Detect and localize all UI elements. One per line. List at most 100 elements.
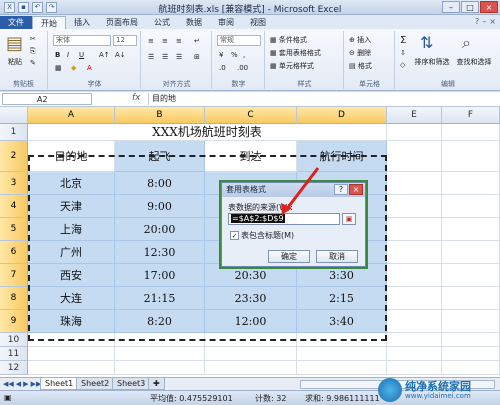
grid-cell[interactable] <box>115 333 205 347</box>
row-header[interactable]: 11 <box>0 347 28 361</box>
tab-file[interactable]: 文件 <box>0 16 32 29</box>
currency-icon[interactable]: ¥ <box>219 51 223 59</box>
cancel-button[interactable]: 取消 <box>316 250 358 263</box>
column-header-d[interactable]: D <box>297 107 387 124</box>
row-header[interactable]: 5 <box>0 218 28 241</box>
number-format-select[interactable]: 常规 <box>217 35 261 46</box>
row-header[interactable]: 7 <box>0 264 28 287</box>
checkbox-check-icon[interactable]: ✓ <box>230 231 239 240</box>
tab-page-layout[interactable]: 页面布局 <box>98 16 146 29</box>
grid-cell[interactable] <box>442 361 500 375</box>
grid-cell[interactable] <box>442 333 500 347</box>
align-right-icon[interactable]: ☰ <box>176 53 182 61</box>
help-icon[interactable]: ? <box>475 17 479 26</box>
data-cell[interactable]: 9:00 <box>115 195 205 218</box>
data-cell[interactable]: 21:15 <box>115 287 205 310</box>
find-select-icon[interactable]: ⌕ <box>462 33 471 53</box>
data-cell[interactable]: 上海 <box>28 218 115 241</box>
grid-cell[interactable] <box>387 310 442 333</box>
column-header-b[interactable]: B <box>115 107 205 124</box>
grid-cell[interactable] <box>442 195 500 218</box>
grid-cell[interactable] <box>442 141 500 172</box>
grid-cell[interactable] <box>205 361 297 375</box>
fill-color-icon[interactable]: ◆ <box>71 64 76 72</box>
align-bottom-icon[interactable]: ≡ <box>176 37 182 45</box>
row-header[interactable]: 3 <box>0 172 28 195</box>
column-header-f[interactable]: F <box>442 107 500 124</box>
shrink-font-icon[interactable]: A↓ <box>115 51 126 59</box>
data-cell[interactable]: 8:20 <box>115 310 205 333</box>
column-header-c[interactable]: C <box>205 107 297 124</box>
ribbon-minimize-icon[interactable]: – <box>482 17 486 26</box>
tab-data[interactable]: 数据 <box>178 16 210 29</box>
prev-sheet-icon[interactable]: ◀ <box>16 380 21 388</box>
row-header[interactable]: 12 <box>0 361 28 375</box>
grid-cell[interactable] <box>297 333 387 347</box>
data-cell[interactable]: 12:30 <box>115 241 205 264</box>
grid-cell[interactable] <box>387 124 442 141</box>
increase-decimal-icon[interactable]: .0 <box>219 64 226 72</box>
data-cell[interactable]: 北京 <box>28 172 115 195</box>
grid-cell[interactable] <box>442 287 500 310</box>
sort-filter-icon[interactable]: ⇅ <box>420 33 433 52</box>
data-cell[interactable]: 8:00 <box>115 172 205 195</box>
row-header[interactable]: 4 <box>0 195 28 218</box>
data-cell[interactable]: 广州 <box>28 241 115 264</box>
row-header[interactable]: 1 <box>0 124 28 141</box>
copy-icon[interactable]: ⎘ <box>30 47 36 56</box>
decrease-decimal-icon[interactable]: .00 <box>237 64 248 72</box>
wrap-text-icon[interactable]: ↵ <box>194 37 200 45</box>
fill-icon[interactable]: ⇩ <box>400 49 406 57</box>
grid-cell[interactable] <box>387 333 442 347</box>
grid-cell[interactable] <box>387 347 442 361</box>
has-headers-checkbox[interactable]: ✓ 表包含标题(M) <box>230 230 294 241</box>
first-sheet-icon[interactable]: ◀◀ <box>3 380 14 388</box>
row-header[interactable]: 6 <box>0 241 28 264</box>
font-color-icon[interactable]: A <box>87 64 92 72</box>
grid-cell[interactable] <box>387 218 442 241</box>
data-cell[interactable]: 西安 <box>28 264 115 287</box>
grid-cell[interactable] <box>115 361 205 375</box>
grid-cell[interactable] <box>115 347 205 361</box>
row-header[interactable]: 10 <box>0 333 28 347</box>
font-name-select[interactable]: 宋体 <box>53 35 111 46</box>
dialog-help-button[interactable]: ? <box>334 184 348 195</box>
bold-icon[interactable]: B <box>55 51 60 59</box>
data-cell[interactable]: 20:30 <box>205 264 297 287</box>
grid-cell[interactable] <box>442 310 500 333</box>
font-size-select[interactable]: 12 <box>113 35 137 46</box>
source-range-input[interactable]: =$A$2:$D$9 <box>228 213 340 225</box>
find-select-label[interactable]: 查找和选择 <box>454 57 494 67</box>
tab-view[interactable]: 视图 <box>242 16 274 29</box>
grid-cell[interactable] <box>28 333 115 347</box>
row-header[interactable]: 8 <box>0 287 28 310</box>
grid-cell[interactable] <box>442 124 500 141</box>
data-cell[interactable]: 天津 <box>28 195 115 218</box>
grid-cell[interactable] <box>387 141 442 172</box>
format-as-table-button[interactable]: ▦ 套用表格格式 <box>270 48 321 58</box>
collapse-dialog-icon[interactable]: ▣ <box>342 213 356 225</box>
grid-cell[interactable] <box>297 361 387 375</box>
tab-review[interactable]: 审阅 <box>210 16 242 29</box>
grid-cell[interactable] <box>205 347 297 361</box>
align-middle-icon[interactable]: ≡ <box>162 37 168 45</box>
header-cell[interactable]: 到达 <box>205 141 297 172</box>
column-header-a[interactable]: A <box>28 107 115 124</box>
grid-cell[interactable] <box>387 172 442 195</box>
grid-cell[interactable] <box>387 361 442 375</box>
fx-icon[interactable]: fx <box>132 93 141 103</box>
format-cells-button[interactable]: ▤ 格式 <box>349 61 372 71</box>
border-icon[interactable]: ▦ <box>55 64 62 72</box>
clear-icon[interactable]: ◇ <box>400 61 405 69</box>
grid-cell[interactable] <box>442 264 500 287</box>
grid-cell[interactable] <box>28 361 115 375</box>
insert-sheet-icon[interactable]: ✚ <box>148 378 165 390</box>
grid-cell[interactable] <box>442 218 500 241</box>
conditional-format-button[interactable]: ▦ 条件格式 <box>270 35 307 45</box>
sheet-tab-sheet3[interactable]: Sheet3 <box>112 378 151 390</box>
percent-icon[interactable]: % <box>231 51 238 59</box>
italic-icon[interactable]: I <box>67 51 69 59</box>
grow-font-icon[interactable]: A↑ <box>99 51 110 59</box>
tab-insert[interactable]: 插入 <box>66 16 98 29</box>
data-cell[interactable]: 2:15 <box>297 287 387 310</box>
